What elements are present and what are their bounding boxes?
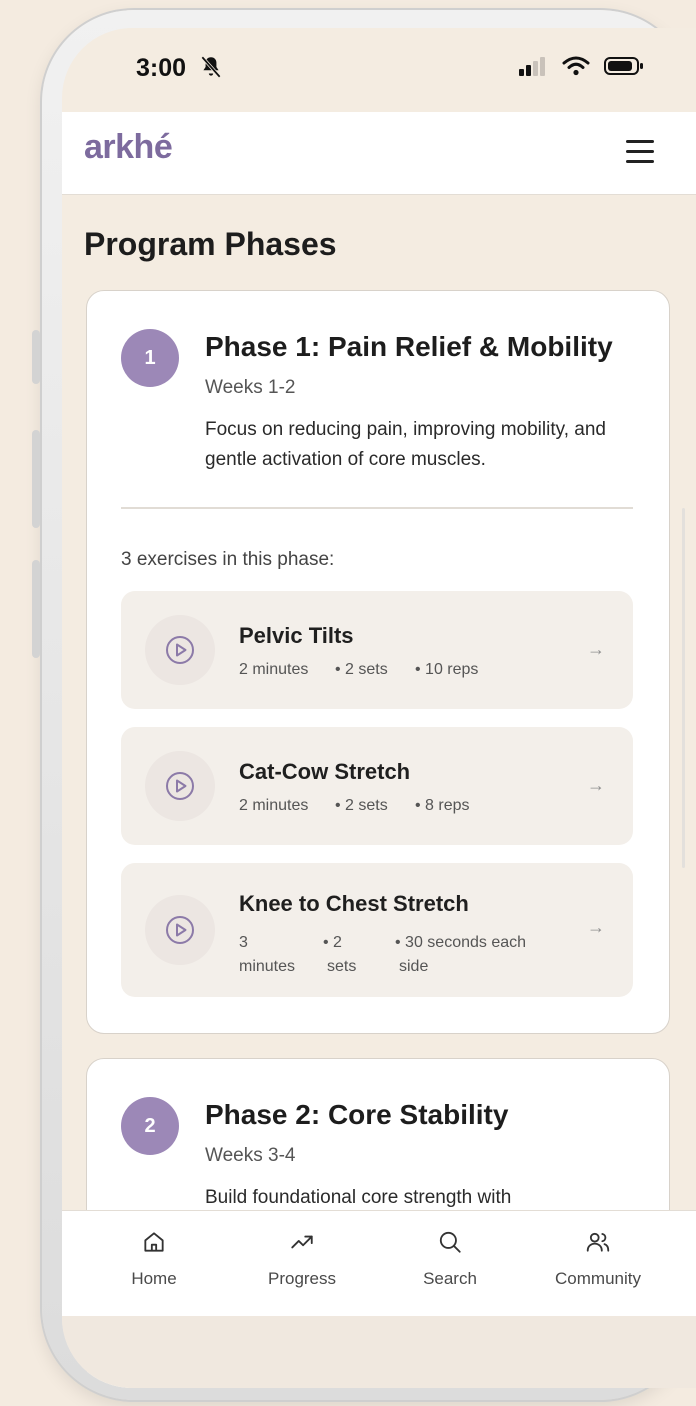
tab-home[interactable]: Home (94, 1229, 214, 1289)
phase-number-badge: 1 (121, 329, 179, 387)
exercise-name: Knee to Chest Stretch (239, 891, 469, 916)
tab-label: Community (555, 1269, 641, 1288)
exercise-sets: • 2 sets (335, 661, 388, 678)
side-button-volume-up (32, 430, 40, 528)
phase-card: 1 Phase 1: Pain Relief & Mobility Weeks … (86, 290, 670, 1034)
arrow-right-icon: → (587, 775, 605, 795)
play-circle-icon[interactable] (145, 615, 215, 685)
play-circle-icon[interactable] (145, 895, 215, 965)
home-icon (144, 1232, 164, 1252)
exercise-meta: 2 minutes • 2 sets • 8 reps (239, 797, 539, 817)
exercise-reps: • 8 reps (415, 797, 470, 814)
phase-number-badge: 2 (121, 1097, 179, 1155)
cellular-signal-icon (518, 56, 548, 81)
exercise-duration: 2 minutes (239, 661, 309, 678)
phase-weeks: Weeks 3-4 (205, 1145, 296, 1166)
exercise-count-label: 3 exercises in this phase: (121, 549, 335, 570)
battery-icon (604, 56, 644, 81)
exercise-item-pelvic-tilts[interactable]: Pelvic Tilts 2 minutes • 2 sets • 10 rep… (121, 591, 633, 709)
exercise-name: Pelvic Tilts (239, 623, 354, 648)
bottom-tab-bar: Home Progress Search Community (62, 1210, 696, 1317)
tab-community[interactable]: Community (538, 1229, 658, 1289)
phase-description: Build foundational core strength with (205, 1187, 512, 1208)
tab-search[interactable]: Search (390, 1229, 510, 1289)
exercise-item-knee-to-chest-stretch[interactable]: Knee to Chest Stretch 3 minutes • 2 sets… (121, 863, 633, 997)
play-circle-icon[interactable] (145, 751, 215, 821)
scrollbar[interactable] (682, 508, 685, 868)
tab-label: Progress (267, 1269, 337, 1288)
side-button-volume-down (32, 560, 40, 658)
exercise-name: Cat-Cow Stretch (239, 759, 411, 784)
exercise-duration: 2 minutes (239, 797, 309, 814)
exercise-item-cat-cow-stretch[interactable]: Cat-Cow Stretch 2 minutes • 2 sets • 8 r… (121, 727, 633, 845)
exercise-duration-unit: minutes (239, 958, 296, 975)
arrow-right-icon: → (587, 917, 605, 937)
page-title: Program Phases (84, 226, 337, 262)
exercise-duration: 3 (239, 934, 248, 951)
hamburger-menu-icon[interactable] (626, 138, 654, 164)
status-bar: 3:00 (62, 28, 696, 112)
system-status-icons (518, 56, 644, 81)
users-icon (586, 1232, 610, 1252)
phase-title: Phase 1: Pain Relief & Mobility (205, 331, 613, 362)
exercise-meta: 3 minutes • 2 sets • 30 seconds each sid… (239, 931, 569, 981)
app-logo[interactable]: arkhé (84, 128, 173, 167)
arrow-right-icon: → (587, 639, 605, 659)
side-button-silent (32, 330, 40, 384)
exercise-meta: 2 minutes • 2 sets • 10 reps (239, 661, 539, 681)
exercise-reps: • 30 seconds each (395, 934, 527, 951)
phase-title: Phase 2: Core Stability (205, 1099, 509, 1130)
tab-label: Search (423, 1269, 477, 1288)
phase-description: Focus on reducing pain, improving mobili… (205, 419, 606, 470)
exercise-sets: • 2 sets (335, 797, 388, 814)
top-navigation-bar: arkhé (62, 112, 696, 195)
trending-up-icon (291, 1235, 313, 1249)
exercise-reps-unit: side (399, 958, 429, 975)
app-screen: 3:00 arkhé Program Phases 1 Phase 1: Pai… (62, 28, 696, 1388)
status-time: 3:00 (136, 54, 187, 82)
exercise-sets-unit: sets (327, 958, 357, 975)
search-icon (439, 1231, 461, 1253)
tab-label: Home (131, 1269, 177, 1288)
divider (121, 507, 633, 509)
phase-weeks: Weeks 1-2 (205, 377, 296, 398)
exercise-sets: • 2 (323, 934, 342, 951)
bell-muted-icon (198, 54, 224, 85)
exercise-reps: • 10 reps (415, 661, 479, 678)
wifi-icon (562, 56, 590, 81)
home-indicator-area (62, 1316, 696, 1388)
tab-progress[interactable]: Progress (242, 1229, 362, 1289)
